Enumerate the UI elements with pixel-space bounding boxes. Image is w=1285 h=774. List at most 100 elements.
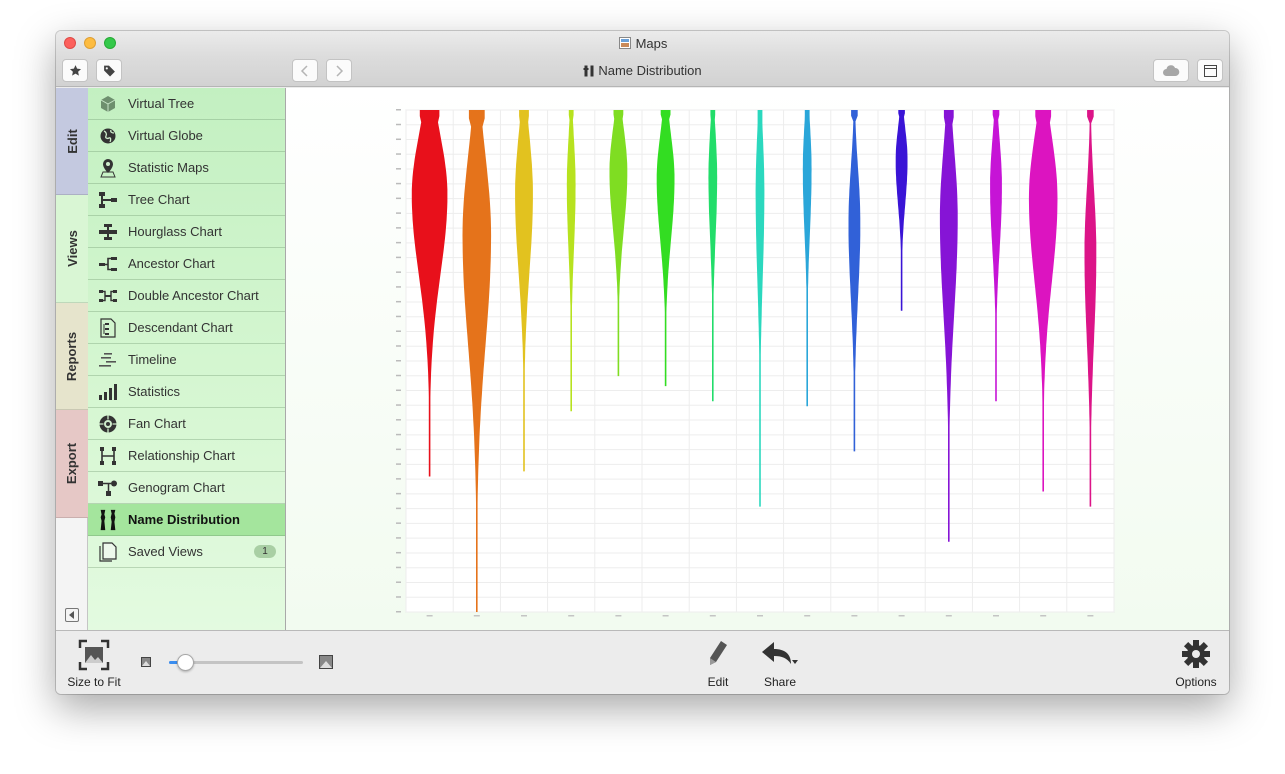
name-distribution-icon bbox=[97, 509, 119, 531]
tab-export-label: Export bbox=[64, 442, 80, 485]
sidebar-item-statistics[interactable]: Statistics bbox=[88, 376, 285, 408]
collapse-sidebar-button[interactable] bbox=[65, 608, 79, 622]
x-tick-mark bbox=[662, 615, 669, 617]
y-tick-mark bbox=[396, 507, 401, 510]
y-tick-mark bbox=[396, 596, 401, 598]
bottom-bar: Size to Fit Edit Share Options bbox=[56, 630, 1229, 694]
sidebar-item-relationship-chart[interactable]: Relationship Chart bbox=[88, 440, 285, 472]
genogram-icon bbox=[97, 477, 119, 499]
ancestor-chart-icon bbox=[97, 253, 119, 275]
y-tick-mark bbox=[396, 463, 401, 465]
y-tick-mark bbox=[396, 360, 401, 362]
y-tick-mark bbox=[396, 182, 401, 185]
sidebar-item-ancestor-chart[interactable]: Ancestor Chart bbox=[88, 248, 285, 280]
options-button[interactable] bbox=[1181, 639, 1211, 669]
sidebar-item-name-distribution[interactable]: Name Distribution bbox=[88, 504, 285, 536]
y-tick-mark bbox=[396, 537, 401, 539]
sidebar-item-hourglass-chart[interactable]: Hourglass Chart bbox=[88, 216, 285, 248]
y-tick-mark bbox=[396, 566, 401, 569]
sidebar-item-tree-chart[interactable]: Tree Chart bbox=[88, 184, 285, 216]
descendant-chart-icon bbox=[97, 317, 119, 339]
sidebar-item-timeline[interactable]: Timeline bbox=[88, 344, 285, 376]
x-tick-mark bbox=[709, 615, 716, 617]
sidebar-item-label: Virtual Globe bbox=[128, 128, 203, 143]
y-tick-mark bbox=[396, 522, 401, 524]
window-layout-button[interactable] bbox=[1197, 59, 1223, 82]
y-tick-mark bbox=[396, 168, 401, 170]
size-to-fit-button[interactable] bbox=[78, 639, 110, 671]
tab-edit[interactable]: Edit bbox=[56, 88, 88, 195]
x-tick-mark bbox=[568, 615, 575, 617]
sidebar-item-label: Statistics bbox=[128, 384, 181, 399]
title-bar: Maps bbox=[56, 31, 1229, 57]
sidebar-item-fan-chart[interactable]: Fan Chart bbox=[88, 408, 285, 440]
relationship-chart-icon bbox=[97, 445, 119, 467]
window-title: Maps bbox=[56, 36, 1229, 51]
document-icon bbox=[618, 37, 631, 49]
y-tick-mark bbox=[396, 315, 401, 318]
triangle-left-icon bbox=[69, 611, 74, 619]
sidebar-item-label: Timeline bbox=[128, 352, 177, 367]
window-layout-icon bbox=[1203, 64, 1217, 77]
share-label: Share bbox=[763, 675, 797, 689]
sidebar-item-virtual-tree[interactable]: Virtual Tree bbox=[88, 88, 285, 120]
tree-chart-icon bbox=[97, 189, 119, 211]
gear-icon bbox=[1182, 640, 1210, 668]
x-tick-mark bbox=[521, 615, 527, 617]
sidebar-item-label: Double Ancestor Chart bbox=[128, 288, 259, 303]
zoom-out-icon[interactable] bbox=[141, 657, 151, 667]
zoom-slider-knob[interactable] bbox=[177, 654, 195, 671]
name-distribution-chart bbox=[396, 109, 1115, 617]
sidebar-item-genogram-chart[interactable]: Genogram Chart bbox=[88, 472, 285, 504]
pencil-icon bbox=[710, 641, 727, 665]
sidebar-item-virtual-globe[interactable]: Virtual Globe bbox=[88, 120, 285, 152]
window-title-text: Maps bbox=[635, 36, 668, 51]
saved-views-icon bbox=[97, 541, 119, 563]
sidebar-item-label: Genogram Chart bbox=[128, 480, 225, 495]
sidebar-item-descendant-chart[interactable]: Descendant Chart bbox=[88, 312, 285, 344]
sidebar-item-label: Saved Views bbox=[128, 544, 203, 559]
x-tick-mark bbox=[804, 615, 811, 617]
sidebar-item-label: Descendant Chart bbox=[128, 320, 233, 335]
y-tick-mark bbox=[396, 330, 401, 332]
timeline-icon bbox=[97, 349, 119, 371]
edit-button[interactable] bbox=[704, 639, 732, 669]
y-tick-mark bbox=[396, 153, 401, 155]
tab-export[interactable]: Export bbox=[56, 410, 88, 518]
x-tick-mark bbox=[898, 615, 905, 617]
zoom-in-icon[interactable] bbox=[319, 655, 333, 669]
y-tick-mark bbox=[396, 374, 401, 377]
hourglass-chart-icon bbox=[97, 221, 119, 243]
cloud-sync-button[interactable] bbox=[1153, 59, 1189, 82]
y-tick-mark bbox=[396, 492, 401, 495]
sidebar-item-statistic-maps[interactable]: Statistic Maps bbox=[88, 152, 285, 184]
y-tick-mark bbox=[396, 611, 401, 613]
y-tick-mark bbox=[396, 581, 401, 583]
section-tabs: Edit Views Reports Export bbox=[56, 88, 88, 630]
x-tick-mark bbox=[757, 615, 763, 617]
size-to-fit-label: Size to Fit bbox=[67, 675, 121, 689]
views-sidebar: Virtual Tree Virtual Globe Statistic Maps T… bbox=[88, 88, 286, 630]
edit-label: Edit bbox=[707, 675, 729, 689]
y-tick-mark bbox=[396, 404, 401, 406]
x-tick-mark bbox=[945, 615, 952, 617]
sidebar-item-label: Fan Chart bbox=[128, 416, 186, 431]
y-tick-mark bbox=[396, 448, 401, 451]
y-tick-mark bbox=[396, 389, 401, 392]
sidebar-item-label: Virtual Tree bbox=[128, 96, 195, 111]
sidebar-item-label: Relationship Chart bbox=[128, 448, 235, 463]
share-button[interactable] bbox=[760, 639, 800, 669]
x-tick-mark bbox=[1087, 615, 1094, 617]
sidebar-item-double-ancestor-chart[interactable]: Double Ancestor Chart bbox=[88, 280, 285, 312]
chart-canvas bbox=[286, 88, 1229, 630]
tab-reports[interactable]: Reports bbox=[56, 303, 88, 410]
x-tick-mark bbox=[473, 615, 480, 617]
tab-views[interactable]: Views bbox=[56, 195, 88, 303]
y-tick-mark bbox=[396, 138, 401, 141]
saved-views-count-badge: 1 bbox=[254, 545, 276, 558]
y-tick-mark bbox=[396, 271, 401, 273]
map-pin-icon bbox=[97, 157, 119, 179]
sidebar-item-saved-views[interactable]: Saved Views 1 bbox=[88, 536, 285, 568]
tab-edit-label: Edit bbox=[64, 128, 80, 154]
tab-views-label: Views bbox=[64, 230, 80, 267]
